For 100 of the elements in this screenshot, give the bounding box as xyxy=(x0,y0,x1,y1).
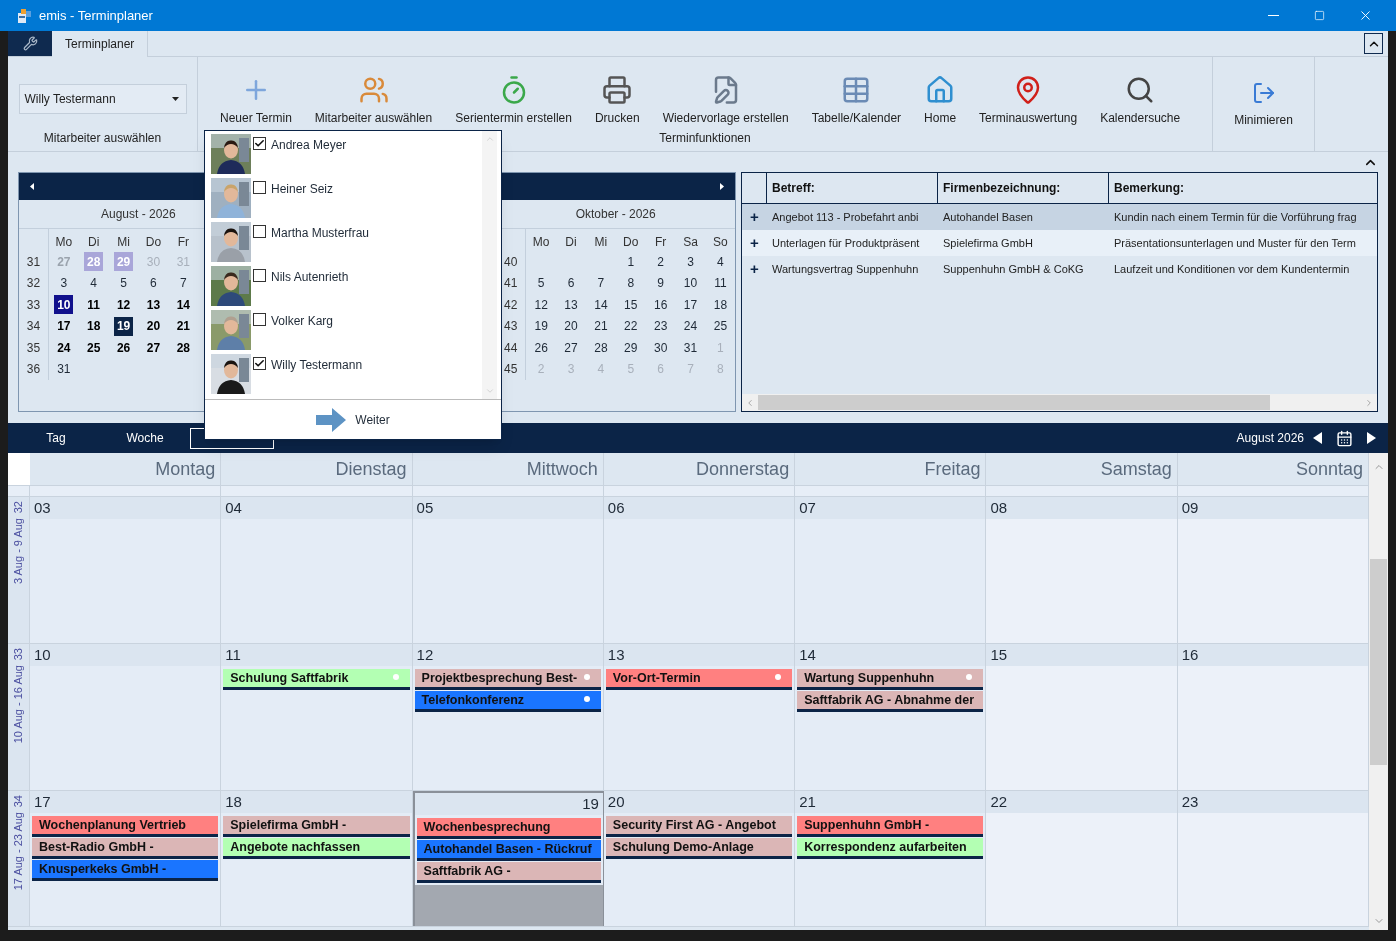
appointment[interactable]: Korrespondenz aufarbeiten xyxy=(797,838,984,859)
employee-name[interactable]: Andrea Meyer xyxy=(271,136,347,154)
calendar-day[interactable]: 21 xyxy=(173,316,193,336)
calendar-day[interactable]: 31 xyxy=(54,359,74,379)
checkbox[interactable] xyxy=(253,269,266,282)
day-cell[interactable]: 03 xyxy=(30,497,222,643)
calendar-day[interactable]: 24 xyxy=(54,338,74,358)
employee-dropdown[interactable]: Willy Testermann xyxy=(18,84,187,114)
ribbon-tab[interactable]: Terminplaner xyxy=(52,31,149,57)
ribbon-button[interactable]: Wiedervorlage erstellen xyxy=(662,75,789,127)
calendar-day[interactable]: 19 xyxy=(531,316,551,336)
tools-button[interactable] xyxy=(8,31,52,56)
employee-name[interactable]: Heiner Seiz xyxy=(271,180,334,198)
ribbon-button[interactable]: Tabelle/Kalender xyxy=(811,75,902,127)
calendar-day[interactable]: 12 xyxy=(531,295,551,315)
horizontal-scrollbar[interactable] xyxy=(742,394,1377,411)
appointment[interactable]: Saftfabrik AG - Abnahme der xyxy=(797,691,984,712)
day-cell[interactable]: 20 Security First AG - Angebot Schulung Demo-Anlage xyxy=(603,791,796,926)
view-tab[interactable]: Woche xyxy=(101,427,189,449)
ribbon-button[interactable]: Home xyxy=(924,75,957,127)
appointment[interactable]: Spielefirma GmbH - xyxy=(223,816,410,837)
calendar-day[interactable]: 4 xyxy=(84,273,104,293)
appointment[interactable]: Wochenbesprechung xyxy=(416,818,601,839)
calendar-day[interactable]: 10 xyxy=(681,273,700,293)
calendar-day[interactable]: 26 xyxy=(114,338,134,358)
ribbon-button[interactable]: Neuer Termin xyxy=(220,75,292,127)
day-cell[interactable]: 07 xyxy=(795,497,987,643)
day-cell[interactable]: 16 xyxy=(1177,644,1369,790)
calendar-day[interactable]: 5 xyxy=(531,273,551,293)
calendar-day[interactable]: 6 xyxy=(143,273,163,293)
calendar-day[interactable]: 27 xyxy=(561,338,581,358)
day-cell[interactable]: 18 Spielefirma GmbH - Angebote nachfassen xyxy=(221,791,413,926)
calendar-day[interactable]: 19 xyxy=(114,316,134,336)
appointment[interactable]: Schulung Demo-Anlage xyxy=(605,838,793,859)
day-cell[interactable]: 19 Wochenbesprechung Autohandel Basen - Rückruf Saftfabrik AG - xyxy=(412,791,604,926)
calendar-day[interactable]: 8 xyxy=(621,273,641,293)
next-icon[interactable] xyxy=(1367,432,1376,444)
calendar-day[interactable]: 12 xyxy=(114,295,134,315)
calendar-day[interactable]: 20 xyxy=(561,316,581,336)
calendar-day[interactable]: 29 xyxy=(621,338,641,358)
expand-toggle[interactable]: + xyxy=(742,205,767,229)
day-cell[interactable]: 05 xyxy=(412,497,604,643)
calendar-day[interactable]: 9 xyxy=(651,273,671,293)
next-icon[interactable] xyxy=(720,183,724,190)
calendar-day[interactable]: 25 xyxy=(710,316,730,336)
day-cell[interactable]: 08 xyxy=(986,497,1178,643)
calendar-day[interactable]: 11 xyxy=(710,273,730,293)
scrollbar-thumb[interactable] xyxy=(758,395,1270,410)
calendar-day[interactable]: 30 xyxy=(651,338,671,358)
day-cell[interactable]: 17 Wochenplanung Vertrieb Best-Radio GmbH - Knusperkeks GmbH - xyxy=(30,791,222,926)
calendar-day[interactable]: 11 xyxy=(84,295,104,315)
collapse-ribbon-button[interactable] xyxy=(1364,33,1383,54)
calendar-day[interactable]: 10 xyxy=(54,295,74,315)
calendar-day[interactable]: 28 xyxy=(173,338,193,358)
day-cell[interactable]: 11 Schulung Saftfabrik xyxy=(221,644,413,790)
appointment[interactable]: Saftfabrik AG - xyxy=(416,862,601,883)
day-cell[interactable]: 15 xyxy=(986,644,1178,790)
column-header[interactable]: Bemerkung: xyxy=(1114,179,1184,197)
day-cell[interactable]: 21 Suppenhuhn GmbH - Korrespondenz aufarbeiten xyxy=(795,791,987,926)
calendar-day[interactable]: 21 xyxy=(591,316,611,336)
vertical-scrollbar[interactable] xyxy=(1369,453,1388,930)
day-cell[interactable]: 10 xyxy=(30,644,222,790)
scrollbar-thumb[interactable] xyxy=(1370,559,1387,765)
table-row[interactable]: + Angebot 113 - Probefahrt anbi Autohandel Basen Kundin nach einem Termin für die Vorführung frag xyxy=(742,204,1377,230)
day-cell[interactable]: 09 xyxy=(1177,497,1369,643)
appointment[interactable]: Knusperkeks GmbH - xyxy=(32,860,219,881)
ribbon-button[interactable]: Serientermin erstellen xyxy=(455,75,572,127)
calendar-day[interactable]: 13 xyxy=(143,295,163,315)
calendar-day[interactable]: 25 xyxy=(84,338,104,358)
appointment[interactable]: Wartung Suppenhuhn xyxy=(797,669,984,690)
ribbon-button[interactable]: Mitarbeiter auswählen xyxy=(314,75,433,127)
appointment[interactable]: Projektbesprechung Best- xyxy=(414,669,601,690)
appointment[interactable]: Vor-Ort-Termin xyxy=(605,669,793,690)
calendar-day[interactable]: 13 xyxy=(561,295,581,315)
calendar-day[interactable]: 23 xyxy=(651,316,671,336)
calendar-day[interactable]: 1 xyxy=(621,252,641,272)
ribbon-button[interactable]: Terminauswertung xyxy=(979,75,1078,127)
day-cell[interactable]: 23 xyxy=(1177,791,1369,926)
calendar-day[interactable]: 26 xyxy=(531,338,551,358)
appointment[interactable]: Wochenplanung Vertrieb xyxy=(32,816,219,837)
calendar-day[interactable]: 27 xyxy=(143,338,163,358)
appointment[interactable]: Best-Radio GmbH - xyxy=(32,838,219,859)
day-cell[interactable]: 06 xyxy=(603,497,796,643)
previous-icon[interactable] xyxy=(30,183,34,190)
calendar-day[interactable]: 17 xyxy=(54,316,74,336)
previous-icon[interactable] xyxy=(1313,432,1322,444)
calendar-icon[interactable] xyxy=(1336,429,1353,447)
calendar-day[interactable]: 14 xyxy=(173,295,193,315)
expand-toggle[interactable]: + xyxy=(742,257,767,281)
day-cell[interactable]: 13 Vor-Ort-Termin xyxy=(603,644,796,790)
calendar-day[interactable]: 2 xyxy=(651,252,671,272)
calendar-day[interactable]: 18 xyxy=(710,295,730,315)
calendar-day[interactable]: 31 xyxy=(681,338,700,358)
calendar-day[interactable]: 20 xyxy=(143,316,163,336)
checkbox[interactable] xyxy=(253,181,266,194)
calendar-day[interactable]: 5 xyxy=(114,273,134,293)
appointment[interactable]: Security First AG - Angebot xyxy=(605,816,793,837)
day-cell[interactable]: 22 xyxy=(986,791,1178,926)
calendar-day[interactable]: 7 xyxy=(591,273,611,293)
ribbon-button[interactable]: Minimieren xyxy=(1234,81,1293,129)
